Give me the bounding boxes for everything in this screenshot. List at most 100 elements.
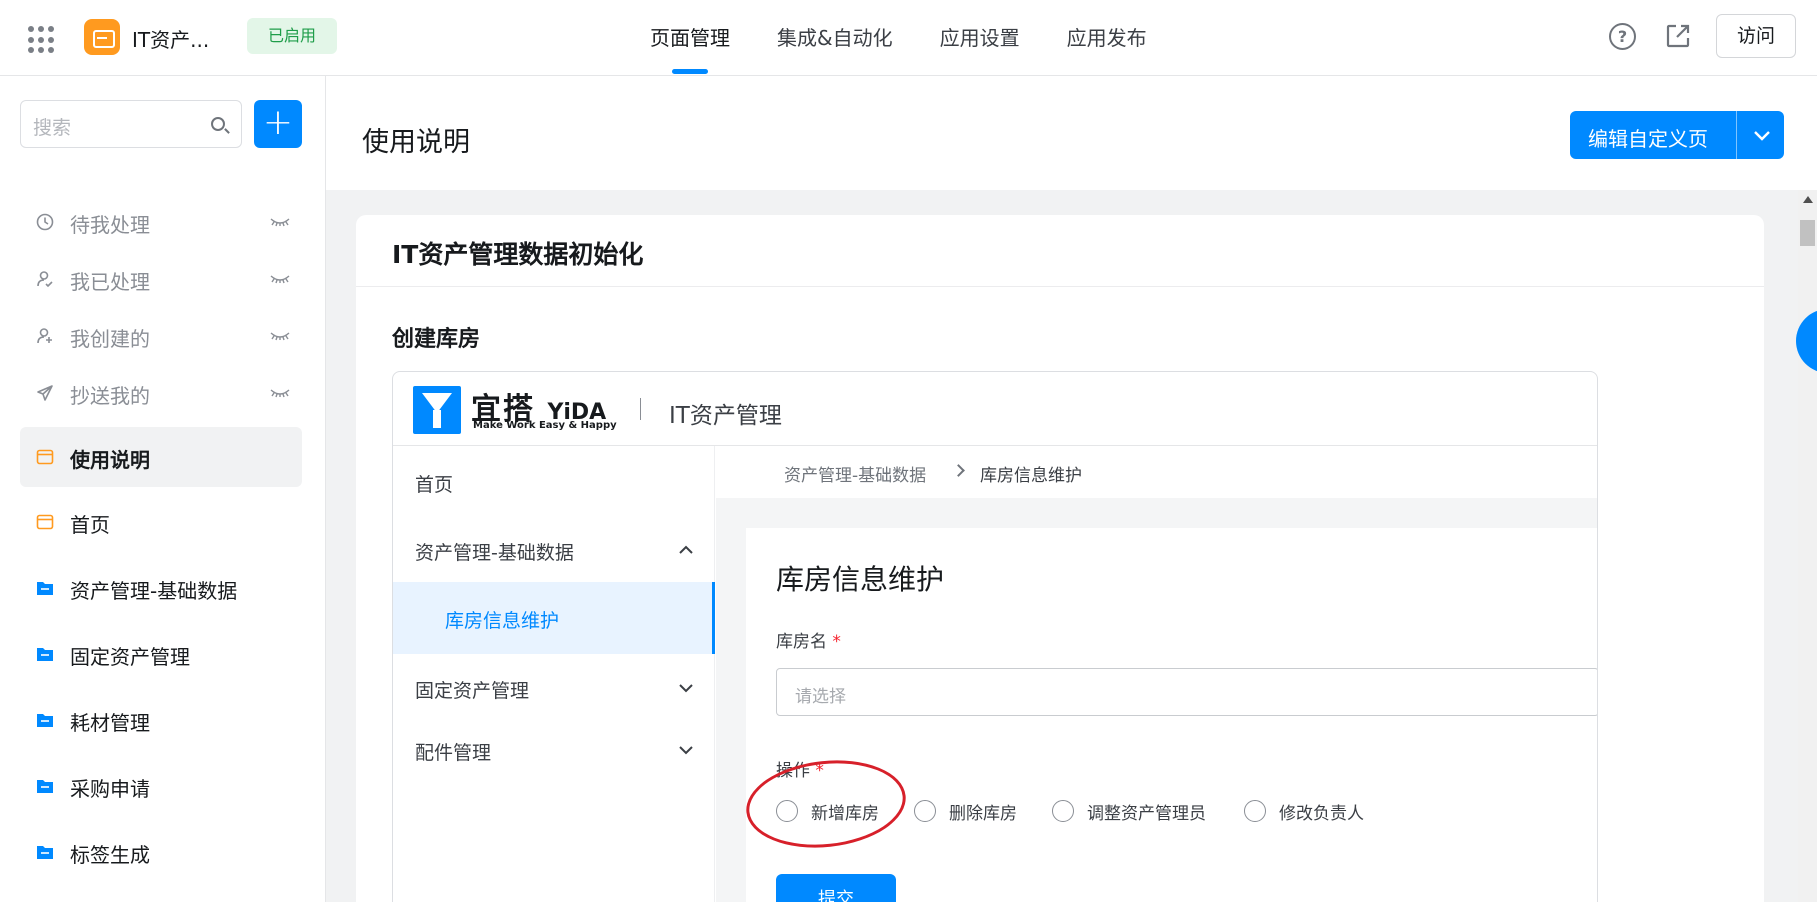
hidden-eye-icon[interactable] (270, 388, 290, 398)
chevron-down-icon[interactable] (1750, 123, 1774, 147)
user-check-icon (37, 271, 53, 288)
top-bar: IT资产... 已启用 页面管理 集成&自动化 应用设置 应用发布 ? 访问 (0, 0, 1817, 76)
embedded-nav-basic-data: 资产管理-基础数据 (393, 514, 715, 586)
visit-button[interactable]: 访问 (1716, 14, 1796, 58)
embedded-nav-warehouse-info: 库房信息维护 (393, 582, 715, 654)
folder-icon (37, 846, 53, 859)
field-label-warehouse: 库房名 * (776, 627, 841, 652)
search-placeholder: 搜索 (33, 117, 72, 139)
nav-label: 首页 (415, 474, 454, 496)
section-title: 创建库房 (392, 327, 481, 352)
scrollbar-thumb[interactable] (1800, 220, 1815, 246)
page-header: 使用说明 编辑自定义页 (326, 76, 1817, 190)
chevron-up-icon (679, 545, 693, 554)
chevron-right-icon (952, 464, 965, 477)
radio-circle (1052, 800, 1074, 822)
sidebar-item-labels[interactable]: 标签生成 (20, 822, 302, 882)
divider (356, 286, 1764, 287)
sidebar-item-consumables[interactable]: 耗材管理 (20, 690, 302, 750)
sidebar-item-instructions[interactable]: 使用说明 (20, 427, 302, 487)
button-divider (1736, 111, 1737, 159)
sidebar-item-label: 我已处理 (70, 270, 150, 294)
app-logo-icon (84, 19, 120, 55)
required-mark: * (832, 632, 841, 652)
status-badge: 已启用 (247, 18, 337, 54)
app-grid-icon[interactable] (28, 26, 56, 54)
nav-tab-page-management[interactable]: 页面管理 (650, 0, 730, 76)
folder-icon (37, 780, 53, 793)
edit-button-label: 编辑自定义页 (1588, 127, 1708, 151)
yida-logo-icon (413, 386, 461, 434)
search-input[interactable]: 搜索 (20, 100, 242, 148)
divider (640, 398, 641, 420)
sidebar-item-pending[interactable]: 待我处理 (20, 192, 302, 252)
sidebar-item-label: 抄送我的 (70, 384, 150, 408)
breadcrumb-item: 资产管理-基础数据 (784, 466, 927, 486)
scroll-up-arrow-icon[interactable] (1803, 196, 1813, 203)
sidebar-item-label: 我创建的 (70, 327, 150, 351)
folder-icon (37, 648, 53, 661)
radio-label: 新增库房 (811, 804, 879, 824)
radio-label: 删除库房 (949, 804, 1017, 824)
page-title: 使用说明 (362, 127, 470, 158)
sidebar-item-purchase[interactable]: 采购申请 (20, 756, 302, 816)
radio-circle (776, 800, 798, 822)
chevron-down-icon (679, 746, 693, 755)
embedded-screenshot: 宜搭 YiDA Make Work Easy & Happy IT资产管理 首页… (392, 371, 1598, 902)
sidebar-item-cc[interactable]: 抄送我的 (20, 363, 302, 423)
clock-icon (36, 213, 54, 231)
sidebar: 搜索 + 待我处理 我已处理 我创建的 抄送我的 使用说明 首页 资产管理-基础… (0, 76, 326, 902)
select-placeholder: 请选择 (795, 687, 846, 707)
submit-button: 提交 (776, 874, 896, 902)
nav-label: 固定资产管理 (415, 680, 530, 702)
radio-circle (914, 800, 936, 822)
radio-circle (1244, 800, 1266, 822)
sidebar-item-created[interactable]: 我创建的 (20, 306, 302, 366)
sidebar-item-label: 耗材管理 (70, 711, 150, 735)
nav-label: 库房信息维护 (445, 610, 560, 632)
app-name[interactable]: IT资产... (132, 24, 209, 53)
embedded-nav-home: 首页 (393, 446, 715, 518)
folder-icon (37, 714, 53, 727)
embedded-content: 资产管理-基础数据 库房信息维护 库房信息维护 库房名 * 请选择 操作 * 新… (716, 446, 1597, 902)
sidebar-item-fixed-assets[interactable]: 固定资产管理 (20, 624, 302, 684)
embedded-nav: 首页 资产管理-基础数据 库房信息维护 固定资产管理 配件管理 (393, 446, 715, 902)
nav-tab-app-settings[interactable]: 应用设置 (940, 0, 1020, 76)
sidebar-item-basic-data[interactable]: 资产管理-基础数据 (20, 558, 302, 618)
hidden-eye-icon[interactable] (270, 217, 290, 227)
embedded-nav-parts: 配件管理 (393, 714, 715, 786)
chevron-down-icon (679, 684, 693, 693)
embedded-form: 库房信息维护 库房名 * 请选择 操作 * 新增库房 删除库房 调整资产管理员 (741, 528, 1597, 902)
sidebar-item-label: 使用说明 (70, 448, 150, 472)
content-card: IT资产管理数据初始化 创建库房 宜搭 YiDA Make Work Easy … (356, 215, 1764, 902)
radio-label: 调整资产管理员 (1087, 804, 1206, 824)
add-page-button[interactable]: + (254, 100, 302, 148)
sidebar-item-label: 首页 (70, 513, 110, 537)
nav-label: 资产管理-基础数据 (415, 542, 574, 564)
sidebar-item-processed[interactable]: 我已处理 (20, 249, 302, 309)
folder-icon (37, 582, 53, 595)
breadcrumb-item: 库房信息维护 (980, 466, 1082, 486)
sidebar-item-label: 标签生成 (70, 843, 150, 867)
send-icon (37, 385, 53, 401)
user-plus-icon (37, 328, 52, 344)
scrollbar[interactable] (1798, 190, 1817, 902)
nav-tab-app-publish[interactable]: 应用发布 (1067, 0, 1147, 76)
sidebar-item-label: 采购申请 (70, 777, 150, 801)
hidden-eye-icon[interactable] (270, 331, 290, 341)
hidden-eye-icon[interactable] (270, 274, 290, 284)
card-title: IT资产管理数据初始化 (392, 240, 644, 269)
external-link-icon[interactable] (1665, 23, 1691, 49)
warehouse-select: 请选择 (776, 668, 1597, 716)
sidebar-item-home[interactable]: 首页 (20, 492, 302, 552)
nav-label: 配件管理 (415, 742, 492, 764)
top-nav: 页面管理 集成&自动化 应用设置 应用发布 (650, 0, 1194, 76)
form-title: 库房信息维护 (776, 563, 945, 596)
embedded-header: 宜搭 YiDA Make Work Easy & Happy IT资产管理 (393, 372, 1597, 446)
radio-label: 修改负责人 (1279, 804, 1364, 824)
edit-custom-page-button[interactable]: 编辑自定义页 (1570, 111, 1784, 159)
field-label-text: 库房名 (776, 632, 827, 652)
sidebar-item-label: 待我处理 (70, 213, 150, 237)
help-icon[interactable]: ? (1609, 23, 1636, 50)
nav-tab-integration[interactable]: 集成&自动化 (777, 0, 893, 76)
